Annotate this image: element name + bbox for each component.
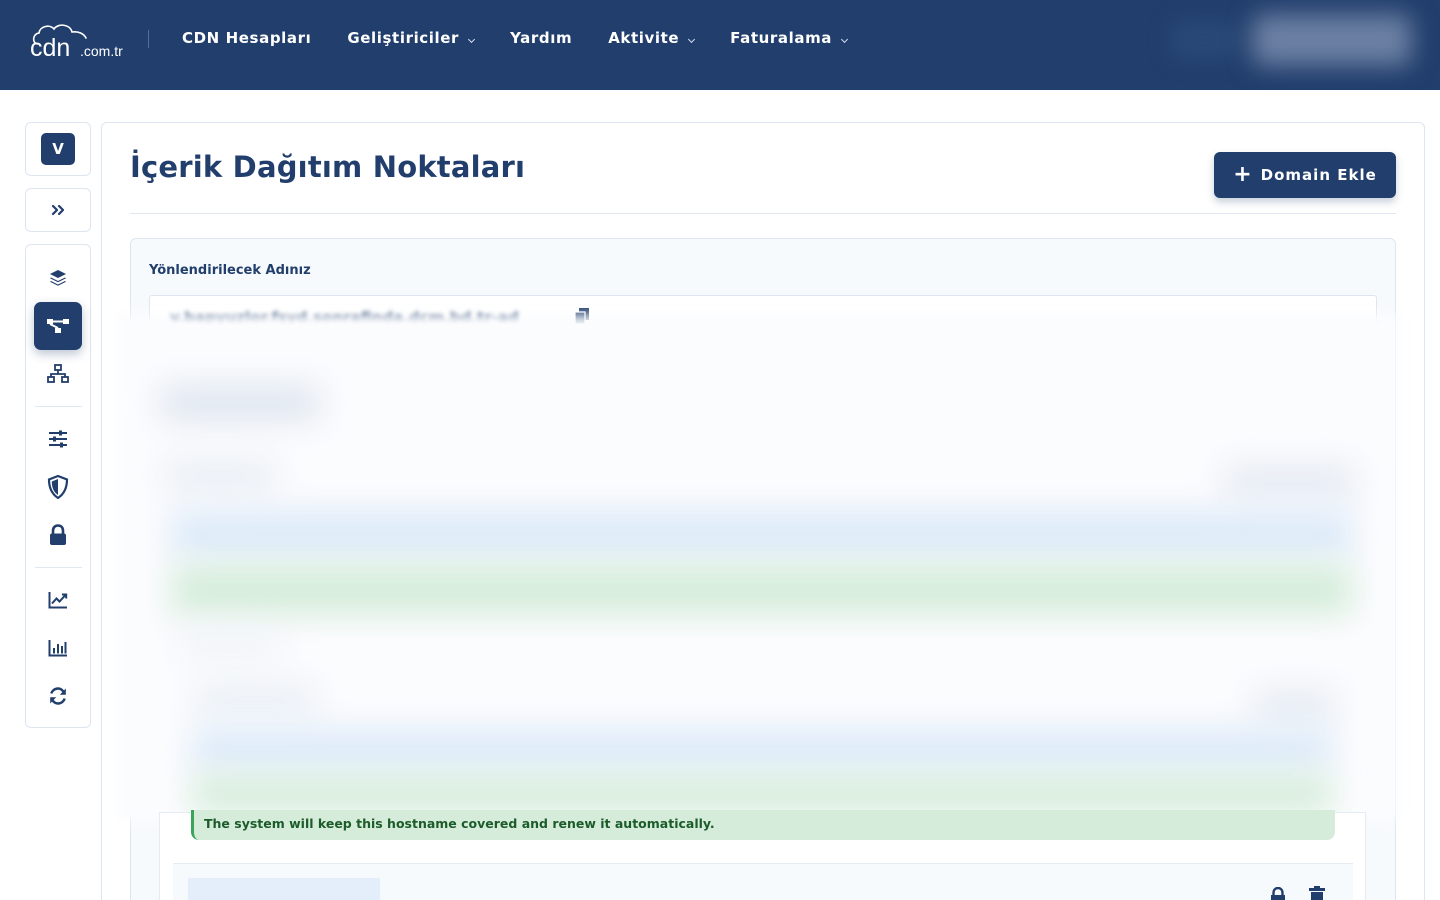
logo-suffix: .com.tr (80, 43, 123, 59)
nav-cdn-accounts[interactable]: CDN Hesapları (182, 29, 311, 47)
redacted-block (165, 460, 275, 490)
lock-icon (50, 524, 66, 545)
sidebar-item-purge[interactable] (34, 672, 82, 720)
sidebar-divider (35, 567, 82, 568)
network-tree-icon (47, 364, 69, 383)
redacted-info-banner (192, 730, 1332, 768)
logo-text: cdn (30, 34, 70, 60)
sidebar-item-analytics[interactable] (34, 576, 82, 624)
logo-divider (148, 30, 149, 48)
redacted-success-banner (172, 566, 1352, 614)
line-chart-icon (48, 592, 68, 609)
nav-label: CDN Hesapları (182, 29, 312, 47)
avatar[interactable]: V (41, 133, 75, 165)
redacted-success-banner (192, 776, 1332, 812)
account-switcher: V (25, 122, 91, 176)
refresh-icon (50, 687, 66, 705)
sidebar-menu (25, 244, 91, 728)
add-domain-button[interactable]: + Domain Ekle (1214, 152, 1396, 198)
nav-label: Faturalama (730, 29, 833, 47)
sidebar-expand-button[interactable] (25, 188, 91, 232)
redacted-block (160, 385, 320, 421)
redacted-block (1255, 690, 1335, 720)
redacted-block (1225, 465, 1355, 497)
redacted-block (195, 685, 315, 713)
account-info-redacted (1170, 20, 1240, 60)
nav-label: Yardım (510, 29, 573, 47)
chevron-down-icon (688, 35, 696, 43)
page-title: İçerik Dağıtım Noktaları (130, 150, 526, 184)
nav-help[interactable]: Yardım (510, 29, 572, 47)
certificate-note-text: The system will keep this hostname cover… (204, 816, 715, 831)
nav-billing[interactable]: Faturalama (730, 29, 849, 47)
nav-label: Aktivite (608, 29, 680, 47)
redacted-block (180, 630, 280, 654)
nav-developers[interactable]: Geliştiriciler (347, 29, 476, 47)
plus-icon: + (1233, 162, 1253, 187)
sliders-icon (49, 430, 67, 448)
chevron-down-icon (468, 35, 476, 43)
sidebar-item-settings[interactable] (34, 415, 82, 463)
chevron-down-icon (840, 35, 849, 43)
shield-icon (47, 475, 69, 499)
add-domain-label: Domain Ekle (1260, 166, 1377, 184)
double-chevron-right-icon (51, 204, 65, 216)
nav-activity[interactable]: Aktivite (608, 29, 696, 47)
sidebar-divider (35, 406, 82, 407)
lock-icon[interactable] (1269, 887, 1287, 900)
sidebar-item-distribution[interactable] (34, 302, 82, 350)
layers-icon (50, 270, 66, 286)
sidebar-item-network[interactable] (34, 350, 82, 398)
sidebar-item-layers[interactable] (34, 254, 82, 302)
main-nav: CDN Hesapları Geliştiriciler Yardım Akti… (182, 0, 883, 76)
title-divider (130, 213, 1396, 214)
sidebar-item-security[interactable] (34, 463, 82, 511)
nav-label: Geliştiriciler (347, 29, 460, 47)
redirect-name-label: Yönlendirilecek Adınız (149, 263, 311, 278)
bar-chart-icon (48, 640, 67, 657)
sidebar-item-statistics[interactable] (34, 624, 82, 672)
trash-icon[interactable] (1308, 886, 1326, 900)
sidebar-item-ssl[interactable] (34, 511, 82, 559)
account-menu-redacted[interactable] (1252, 14, 1412, 66)
top-navbar: cdn .com.tr CDN Hesapları Geliştiriciler… (0, 0, 1440, 90)
distribution-nodes-icon (47, 319, 69, 333)
redacted-info-banner (172, 512, 1352, 556)
hostname-chip-redacted (188, 878, 380, 900)
cdn-logo[interactable]: cdn .com.tr (30, 20, 134, 60)
